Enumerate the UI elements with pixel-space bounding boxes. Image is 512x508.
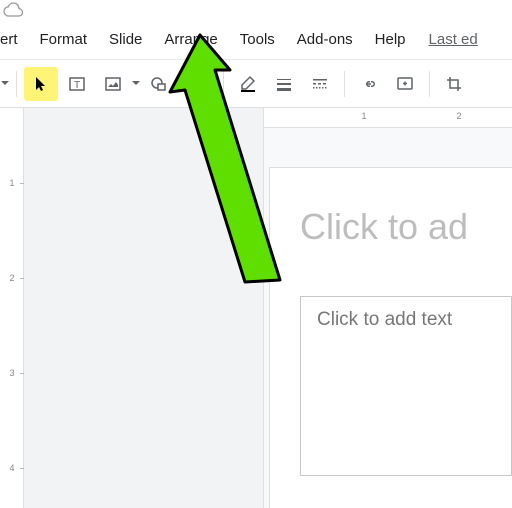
link-button[interactable] [352, 67, 386, 101]
menu-arrange[interactable]: Arrange [153, 31, 228, 48]
border-color-button[interactable] [231, 67, 265, 101]
separator [344, 71, 345, 97]
separator [429, 71, 430, 97]
slide[interactable]: Click to ad Click to add text [270, 168, 512, 508]
menu-format[interactable]: Format [29, 31, 99, 48]
textbox-tool-button[interactable]: T [60, 67, 94, 101]
title-placeholder[interactable]: Click to ad [300, 206, 468, 248]
ruler-vertical: 1 2 3 4 [0, 108, 24, 508]
menu-slide[interactable]: Slide [98, 31, 153, 48]
ruler-tick: 1 [4, 178, 20, 188]
body-placeholder[interactable]: Click to add text [300, 296, 512, 476]
image-tool-button[interactable] [96, 67, 130, 101]
slide-canvas[interactable]: Click to ad Click to add text [264, 128, 512, 508]
slide-thumbnail-panel[interactable] [24, 108, 264, 508]
separator [16, 71, 17, 97]
line-caret-icon[interactable] [207, 81, 217, 86]
menu-addons[interactable]: Add-ons [286, 31, 364, 48]
image-caret-icon[interactable] [131, 81, 141, 86]
ruler-tick: 2 [449, 111, 469, 121]
ruler-horizontal: 1 2 [264, 108, 512, 128]
svg-text:T: T [74, 80, 80, 91]
separator [223, 71, 224, 97]
ruler-tick: 2 [4, 273, 20, 283]
shape-tool-button[interactable] [142, 67, 176, 101]
menubar: ert Format Slide Arrange Tools Add-ons H… [0, 20, 512, 60]
cloud-saved-icon [2, 1, 24, 17]
cursor-tool-button[interactable] [24, 67, 58, 101]
comment-button[interactable] [388, 67, 422, 101]
ruler-tick: 3 [4, 368, 20, 378]
menu-tools[interactable]: Tools [229, 31, 286, 48]
border-dash-button[interactable] [303, 67, 337, 101]
menu-help[interactable]: Help [364, 31, 417, 48]
crop-button[interactable] [437, 67, 471, 101]
ruler-tick: 1 [354, 111, 374, 121]
toolbar: T [0, 60, 512, 108]
menu-insert[interactable]: ert [0, 31, 29, 48]
ruler-tick: 4 [4, 463, 20, 473]
border-weight-button[interactable] [267, 67, 301, 101]
line-tool-button[interactable] [178, 67, 206, 101]
zoom-caret-icon[interactable] [0, 81, 10, 86]
last-edited-link[interactable]: Last ed [417, 31, 478, 48]
